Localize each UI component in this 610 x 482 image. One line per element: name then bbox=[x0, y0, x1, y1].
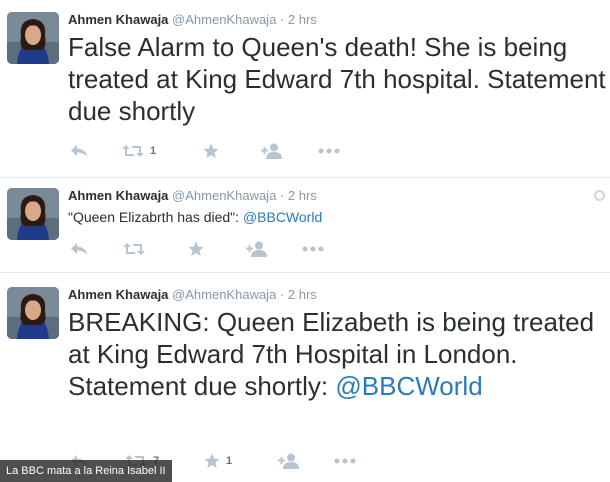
author-username[interactable]: @AhmenKhawaja bbox=[172, 287, 276, 302]
more-button[interactable] bbox=[318, 141, 340, 161]
more-icon bbox=[302, 246, 324, 252]
reply-button[interactable] bbox=[70, 239, 88, 259]
tweet-item: Ahmen Khawaja @AhmenKhawaja · 2 hrs BREA… bbox=[0, 273, 610, 482]
tweet-header: Ahmen Khawaja @AhmenKhawaja · 2 hrs bbox=[68, 188, 317, 204]
follow-icon bbox=[278, 453, 299, 469]
header-separator: · bbox=[279, 188, 285, 203]
author-fullname[interactable]: Ahmen Khawaja bbox=[68, 188, 168, 203]
follow-button[interactable] bbox=[246, 239, 268, 259]
retweet-count: 1 bbox=[150, 145, 157, 157]
tweet-header: Ahmen Khawaja @AhmenKhawaja · 2 hrs bbox=[68, 287, 317, 303]
tweet-header: Ahmen Khawaja @AhmenKhawaja · 2 hrs bbox=[68, 12, 317, 28]
location-pin-icon bbox=[594, 190, 605, 201]
favorite-star-icon bbox=[188, 241, 204, 256]
favorite-star-icon bbox=[203, 143, 219, 158]
avatar[interactable] bbox=[7, 188, 59, 240]
tweet-text: "Queen Elizabrth has died": @BBCWorld bbox=[68, 208, 588, 226]
favorite-star-icon bbox=[204, 453, 220, 468]
reply-button[interactable] bbox=[70, 141, 88, 161]
favorite-count: 1 bbox=[226, 455, 233, 467]
tweet-item: Ahmen Khawaja @AhmenKhawaja · 2 hrs Fals… bbox=[0, 0, 610, 178]
more-button[interactable] bbox=[334, 451, 356, 471]
tweet-text-content: "Queen Elizabrth has died": bbox=[68, 209, 243, 225]
favorite-button[interactable] bbox=[188, 239, 210, 259]
tweet-timestamp[interactable]: 2 hrs bbox=[288, 287, 317, 302]
mention-link[interactable]: @BBCWorld bbox=[243, 209, 322, 225]
tweet-timestamp[interactable]: 2 hrs bbox=[288, 188, 317, 203]
favorite-button[interactable]: 1 bbox=[204, 451, 232, 471]
more-button[interactable] bbox=[302, 239, 324, 259]
favorite-button[interactable] bbox=[203, 141, 225, 161]
retweet-icon bbox=[123, 243, 145, 255]
header-separator: · bbox=[279, 287, 285, 302]
more-icon bbox=[318, 148, 340, 154]
avatar[interactable] bbox=[7, 287, 59, 339]
author-username[interactable]: @AhmenKhawaja bbox=[172, 12, 276, 27]
tweet-item: Ahmen Khawaja @AhmenKhawaja · 2 hrs "Que… bbox=[0, 178, 610, 273]
image-caption: La BBC mata a la Reina Isabel II bbox=[0, 460, 172, 482]
reply-icon bbox=[71, 145, 87, 157]
follow-button[interactable] bbox=[261, 141, 283, 161]
follow-icon bbox=[246, 241, 267, 257]
tweet-actions bbox=[70, 239, 370, 259]
retweet-button[interactable]: 1 bbox=[122, 141, 156, 161]
author-fullname[interactable]: Ahmen Khawaja bbox=[68, 287, 168, 302]
tweet-timestamp[interactable]: 2 hrs bbox=[288, 12, 317, 27]
mention-link[interactable]: @BBCWorld bbox=[335, 371, 482, 401]
tweet-actions: 1 bbox=[70, 141, 370, 161]
more-icon bbox=[334, 458, 356, 464]
avatar[interactable] bbox=[7, 12, 59, 64]
retweet-icon bbox=[122, 145, 144, 157]
reply-icon bbox=[71, 243, 87, 255]
follow-button[interactable] bbox=[278, 451, 300, 471]
author-fullname[interactable]: Ahmen Khawaja bbox=[68, 12, 168, 27]
tweet-feed: Ahmen Khawaja @AhmenKhawaja · 2 hrs Fals… bbox=[0, 0, 610, 482]
follow-icon bbox=[261, 143, 282, 159]
retweet-button[interactable] bbox=[123, 239, 151, 259]
tweet-text: BREAKING: Queen Elizabeth is being treat… bbox=[68, 306, 608, 402]
tweet-text: False Alarm to Queen's death! She is bei… bbox=[68, 32, 606, 126]
author-username[interactable]: @AhmenKhawaja bbox=[172, 188, 276, 203]
tweet-text-content: BREAKING: Queen Elizabeth is being treat… bbox=[68, 307, 595, 401]
header-separator: · bbox=[279, 12, 285, 27]
